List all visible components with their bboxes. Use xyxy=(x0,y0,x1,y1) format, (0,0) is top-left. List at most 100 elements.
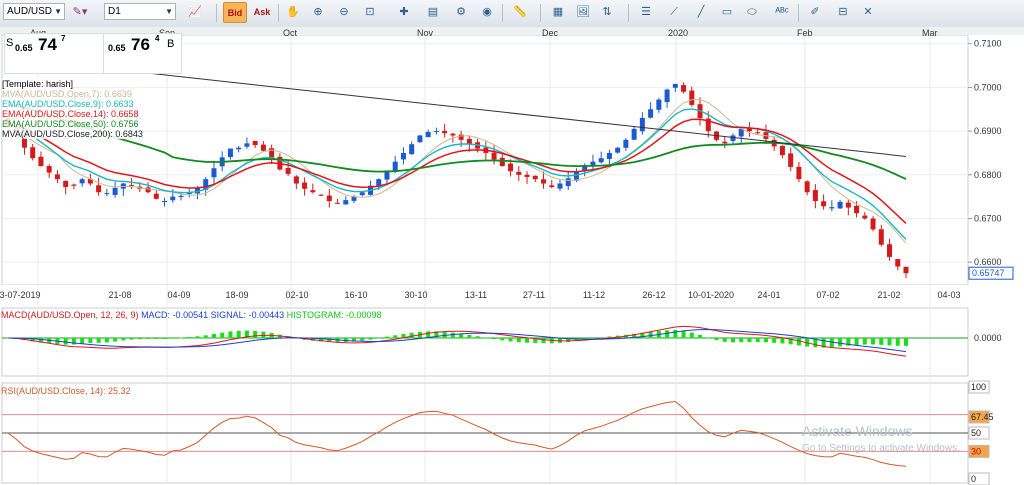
symbol-select[interactable]: AUD/USD ▼ xyxy=(3,3,65,20)
candle-body xyxy=(162,201,168,202)
candle-body xyxy=(656,99,662,110)
toolbar-separator xyxy=(216,4,217,22)
macd-histogram-bar xyxy=(179,337,184,339)
buy-quote[interactable]: 0.65 76 4 B xyxy=(104,33,182,74)
data-window-icon[interactable]: ▤ xyxy=(423,3,443,22)
zoom-in-icon[interactable]: ⊕ xyxy=(308,3,328,22)
candle-body xyxy=(400,152,406,160)
date-label: 16-10 xyxy=(344,290,367,300)
macd-histogram-bar xyxy=(780,338,785,344)
text-label-icon[interactable]: ᴬᴮᶜ xyxy=(772,3,792,22)
legend-ema9: EMA(AUD/USD.Close,9): 0.6633 xyxy=(2,99,134,109)
zoom-out-icon[interactable]: ⊖ xyxy=(334,3,354,22)
candle-body xyxy=(71,184,77,186)
candle-body xyxy=(392,161,398,171)
legend-ema14: EMA(AUD/USD.Close,14): 0.6658 xyxy=(2,109,139,119)
price-chart[interactable]: AugSepOctNovDec2020FebMar0.71000.70000.6… xyxy=(0,27,1024,485)
month-label: Mar xyxy=(922,28,938,38)
globe-icon[interactable]: ◉ xyxy=(477,3,497,22)
macd-histogram-bar xyxy=(228,331,233,339)
bid-button[interactable]: Bid xyxy=(223,2,247,23)
macd-histogram-bar xyxy=(113,338,118,342)
ellipse-icon[interactable]: ⬭ xyxy=(742,3,762,22)
macd-histogram-bar xyxy=(722,338,727,342)
price-tick-label: 0.6600 xyxy=(974,257,1002,267)
macd-histogram-label: HISTOGRAM: -0.00098 xyxy=(286,310,382,320)
date-label: 02-10 xyxy=(285,290,308,300)
candle-body xyxy=(615,147,621,153)
candle-body xyxy=(541,179,547,184)
trendline-icon[interactable]: ⟋ xyxy=(664,3,684,22)
candle-body xyxy=(96,185,102,193)
channel-icon[interactable]: ▭ xyxy=(717,3,737,22)
candle-body xyxy=(664,89,670,103)
candle-body xyxy=(887,244,893,257)
ruler-icon[interactable]: 📏 xyxy=(510,3,530,22)
candle-body xyxy=(409,144,415,155)
delete-icon[interactable]: ✕ xyxy=(858,3,878,22)
toolbar-separator xyxy=(278,4,279,22)
candle-body xyxy=(606,152,612,160)
timeframe-select[interactable]: D1 ▼ xyxy=(104,3,176,20)
quote-panel: S 0.65 74 7 0.65 76 4 B xyxy=(4,33,182,76)
buy-pip: 4 xyxy=(155,34,160,43)
macd-histogram-bar xyxy=(681,330,686,339)
candle-body xyxy=(689,90,695,105)
legend-mva7: MVA(AUD/USD.Open,7): 0.6639 xyxy=(2,89,132,99)
image-export-icon[interactable]: 🖼 xyxy=(573,3,593,22)
rsi-level-label: 50 xyxy=(971,428,981,438)
candle-body xyxy=(252,140,258,146)
strategy-icon[interactable]: ⇅ xyxy=(597,3,617,22)
crosshair-icon[interactable]: ✚ xyxy=(394,3,414,22)
candle-body xyxy=(335,202,341,204)
candle-body xyxy=(854,205,860,214)
chart-toolbar: AUD/USD ▼ ✎▾ D1 ▼ 📈 Bid Ask ✋ ⊕ ⊖ ⊡ ✚ ▤ … xyxy=(0,0,1024,28)
ray-icon[interactable]: ╱ xyxy=(691,3,711,22)
sell-label: S xyxy=(6,37,14,49)
sell-pip: 7 xyxy=(61,34,66,43)
ask-button[interactable]: Ask xyxy=(250,2,274,23)
month-label: Feb xyxy=(797,28,813,38)
date-label: 24-01 xyxy=(757,290,780,300)
candle-body xyxy=(812,190,818,201)
macd-signal-label: SIGNAL: -0.00443 xyxy=(210,310,285,320)
rsi-level-label: 67.45 xyxy=(971,412,994,422)
candle-body xyxy=(63,180,69,188)
toolbar-separator xyxy=(502,4,503,22)
macd-histogram-bar xyxy=(195,336,200,339)
hand-icon[interactable]: ✋ xyxy=(283,3,303,22)
macd-legend: MACD(AUD/USD.Open, 12, 26, 9) MACD: -0.0… xyxy=(1,310,382,320)
date-label: 04-03 xyxy=(937,290,960,300)
macd-histogram-bar xyxy=(154,338,159,339)
macd-histogram-bar xyxy=(187,337,192,339)
properties-icon[interactable]: ⊟ xyxy=(833,3,853,22)
candle-body xyxy=(293,176,299,184)
candle-body xyxy=(549,185,555,188)
month-label: Dec xyxy=(542,28,559,38)
price-tick-label: 0.7100 xyxy=(974,39,1002,49)
candle-body xyxy=(417,135,423,143)
line-chart-icon[interactable]: 📈 xyxy=(185,3,205,22)
candle-body xyxy=(829,207,835,209)
settings-icon[interactable]: ⚙ xyxy=(451,3,471,22)
candle-body xyxy=(129,184,135,186)
toolbar-separator xyxy=(540,4,541,22)
date-strip xyxy=(0,285,1024,307)
candle-body xyxy=(425,131,431,138)
macd-histogram-bar xyxy=(236,330,241,339)
candle-body xyxy=(244,143,250,147)
macd-histogram-bar xyxy=(483,337,488,339)
sell-quote[interactable]: S 0.65 74 7 xyxy=(4,33,104,74)
indicator-icon[interactable]: ▦ xyxy=(548,3,568,22)
candlesticks xyxy=(5,82,909,279)
horizontal-lines-icon[interactable]: ☰ xyxy=(636,3,656,22)
eraser-icon[interactable]: ✐ xyxy=(805,3,825,22)
macd-histogram-bar xyxy=(689,332,694,339)
macd-histogram-bar xyxy=(862,338,867,345)
date-label: 26-12 xyxy=(642,290,665,300)
date-label: 21-08 xyxy=(108,290,131,300)
zoom-window-icon[interactable]: ⊡ xyxy=(360,3,380,22)
macd-histogram-bar xyxy=(253,330,258,339)
candle-body xyxy=(310,190,316,193)
chart-type-icon[interactable]: ✎▾ xyxy=(70,3,90,22)
